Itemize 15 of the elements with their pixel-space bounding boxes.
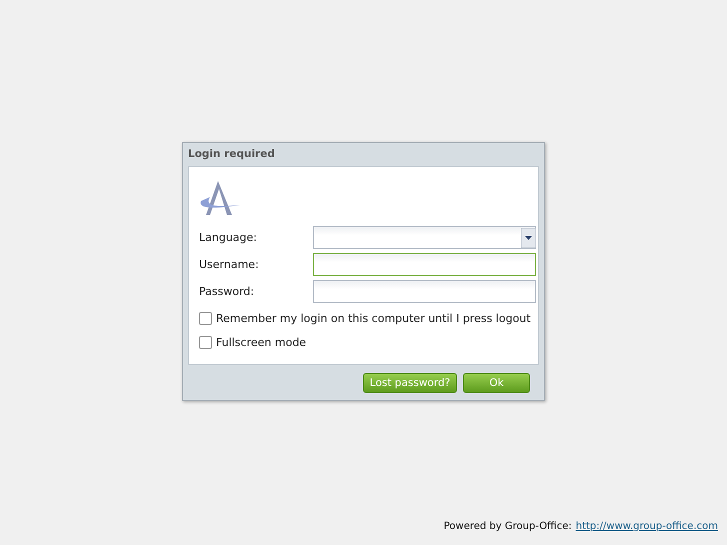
caret-icon[interactable] (521, 228, 536, 248)
password-field[interactable] (312, 280, 536, 303)
checkbox-label: Remember my login on this computer until I press logout (216, 312, 531, 324)
username-field[interactable] (312, 253, 536, 276)
lost-password-button[interactable]: Lost password? (363, 373, 457, 393)
website-link[interactable]: http://www.group-office.com (576, 521, 718, 532)
field-label: Username: (199, 258, 260, 271)
checkbox[interactable] (199, 312, 212, 324)
checkbox[interactable] (199, 336, 212, 348)
field-label: Password: (199, 285, 256, 298)
checkbox-label: Fullscreen mode (216, 336, 306, 348)
footer-text: Powered by Group-Office: (444, 521, 572, 532)
field-label: Language: (199, 231, 258, 244)
dialog-title: Login required (188, 147, 276, 162)
ok-button[interactable]: Ok (463, 373, 530, 393)
